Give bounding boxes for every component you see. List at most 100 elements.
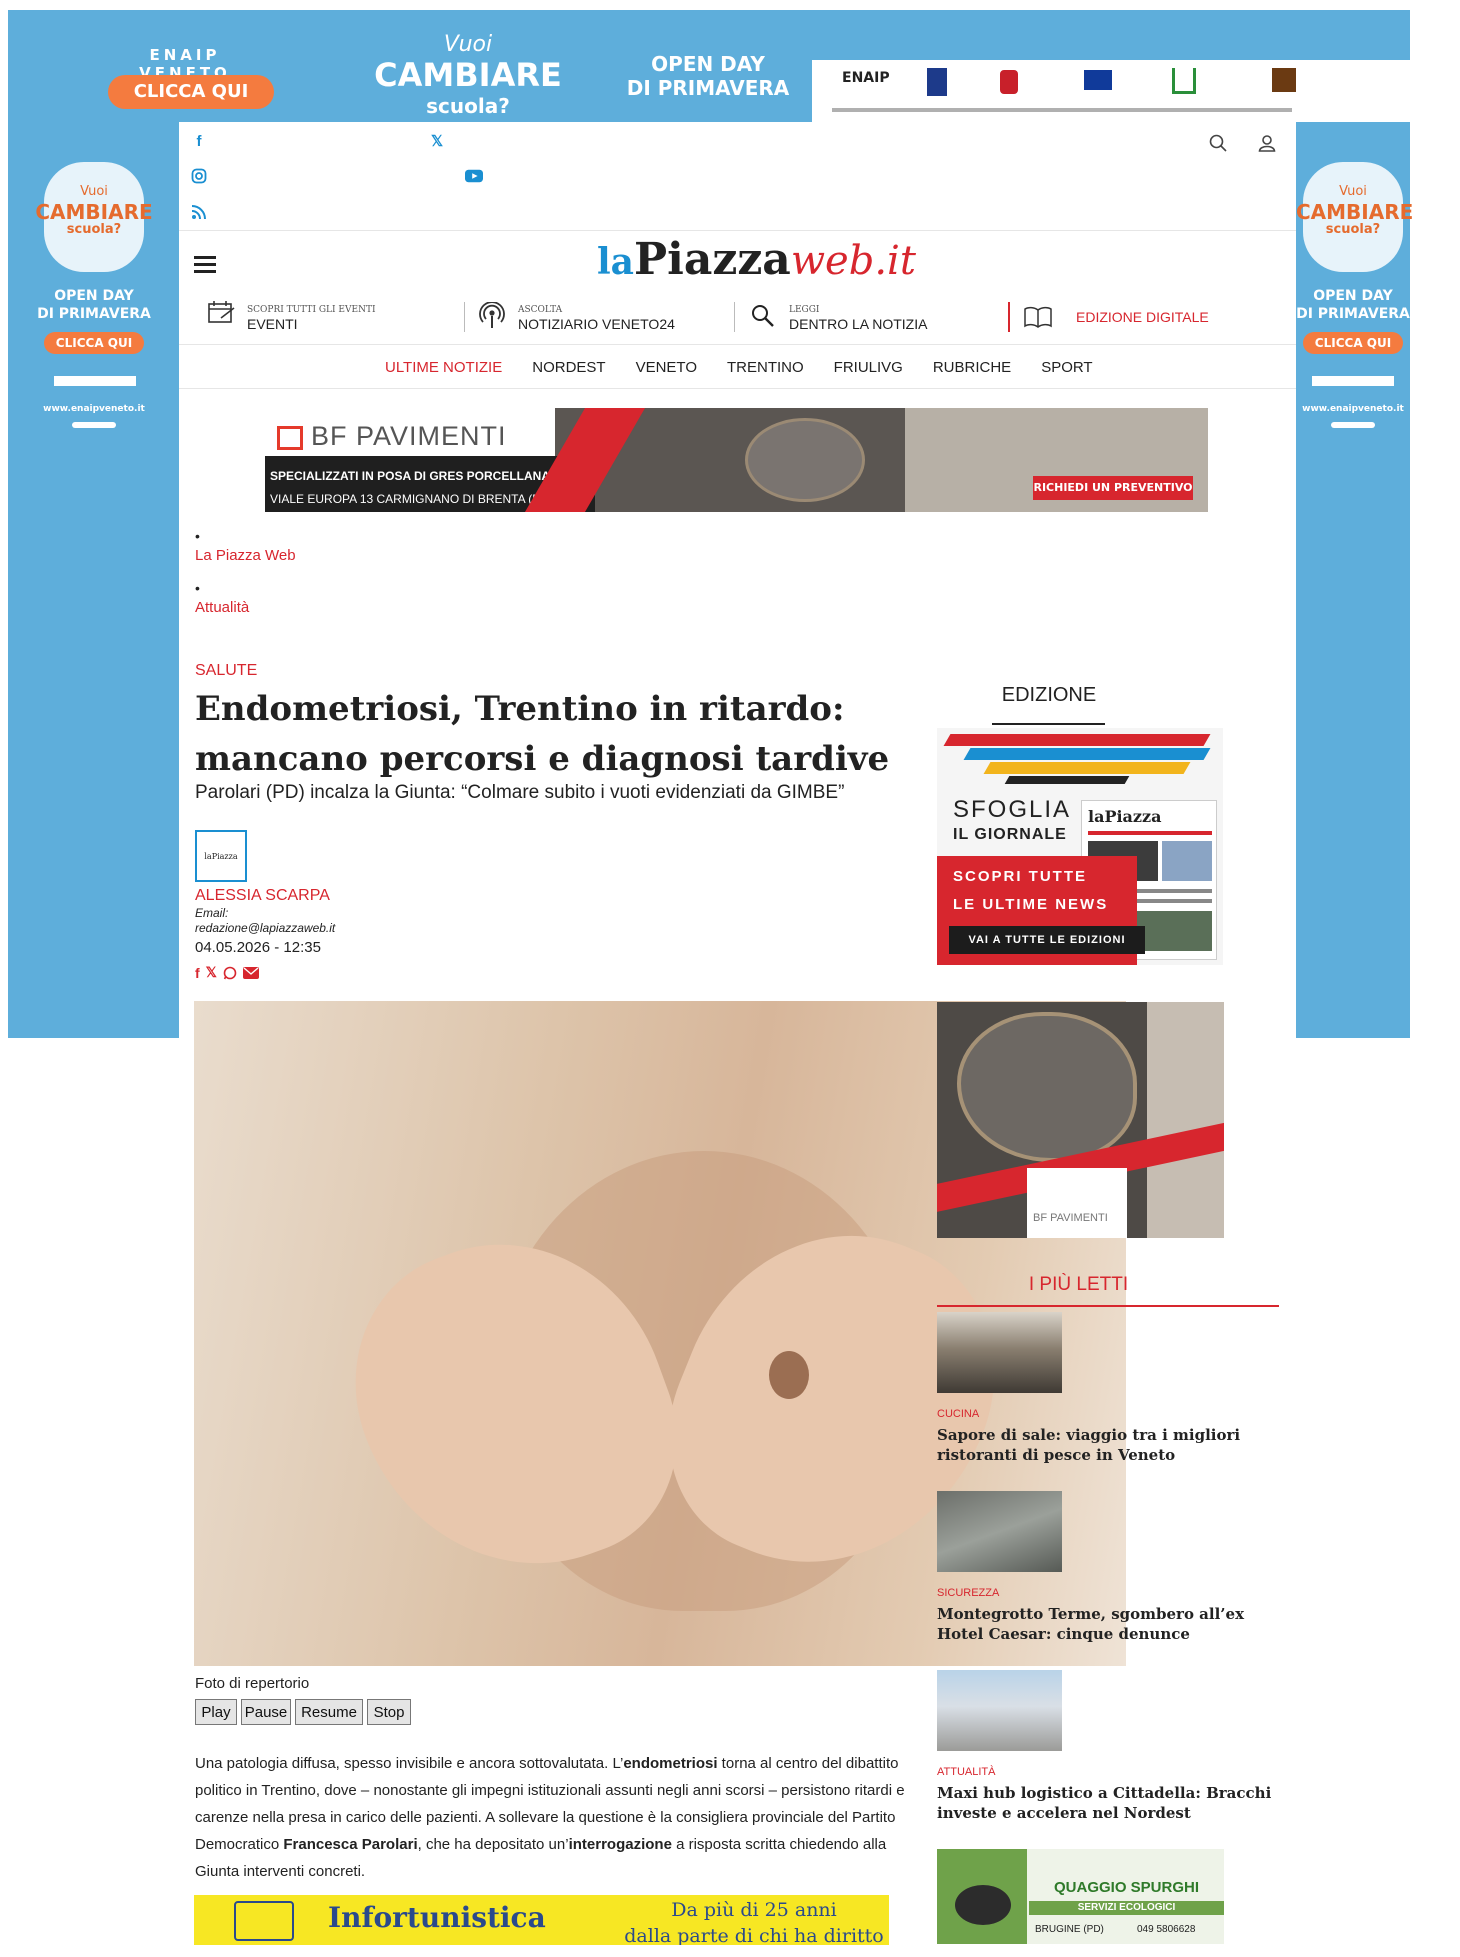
article-date: 04.05.2026 - 12:35 [195,939,321,956]
share-bar: f 𝕏 [195,964,259,981]
sfoglia-text: SFOGLIA [953,796,1072,823]
main-page: f 𝕏 laPiazzaweb.it SCOPRI TUTTI GLI EVEN… [179,122,1296,1957]
body-bold: interrogazione [568,1836,672,1853]
sfoglia-sub: IL GIORNALE [953,826,1067,843]
author-email[interactable]: redazione@lapiazzaweb.it [195,921,335,935]
ad-wall [1147,1002,1224,1238]
bf-pavimenti-banner[interactable]: BF PAVIMENTI SPECIALIZZATI IN POSA DI GR… [265,408,1208,512]
share-x-icon[interactable]: 𝕏 [206,964,217,981]
logo-la: la [597,241,635,283]
podcast-icon[interactable] [479,301,505,328]
edition-promo[interactable]: SFOGLIA IL GIORNALE laPiazza SCOPRI TUTT… [937,728,1223,965]
search-icon[interactable] [1209,134,1227,152]
events-link[interactable]: EVENTI [247,316,298,332]
all-editions-button[interactable]: VAI A TUTTE LE EDIZIONI [949,926,1145,954]
skin-tagline-3: scuola? [426,94,510,118]
skin-top-banner[interactable]: ENAIP VENETO CLICCA QUI Vuoi CAMBIARE sc… [8,10,1410,122]
divider [179,230,1296,231]
utility-small-label: ASCOLTA [518,305,563,315]
most-read-title[interactable]: Sapore di sale: viaggio tra i migliori r… [937,1425,1277,1465]
search-icon[interactable] [751,304,775,328]
side-tagline-2: CAMBIARE [35,200,153,224]
ad-logo-icon [234,1901,294,1941]
nav-item-sport[interactable]: SPORT [1041,359,1092,376]
promo-stripe [983,762,1191,774]
stop-button[interactable]: Stop [367,1699,411,1725]
author-name[interactable]: ALESSIA SCARPA [195,887,330,905]
banner-cta-button[interactable]: RICHIEDI UN PREVENTIVO [1033,476,1193,500]
side-logo-strip [1312,376,1394,386]
infortunistica-ad[interactable]: Infortunistica Da più di 25 anni dalla p… [194,1895,889,1945]
nav-item-friulivg[interactable]: FRIULIVG [834,359,903,376]
instagram-icon[interactable] [190,167,208,185]
banner-brand: BF PAVIMENTI [311,421,507,451]
hamburger-menu-icon[interactable] [194,256,216,274]
main-nav: ULTIME NOTIZIE NORDEST VENETO TRENTINO F… [385,359,1093,376]
play-button[interactable]: Play [195,1699,237,1725]
ad-brand: BF PAVIMENTI [1033,1212,1108,1224]
author-avatar[interactable]: laPiazza [195,830,247,882]
nav-item-ultime-notizie[interactable]: ULTIME NOTIZIE [385,359,502,376]
avatar-logo-text: laPiazza [204,851,238,861]
side-tagline-2: CAMBIARE [1296,200,1414,224]
side-tagline-1: Vuoi [1339,184,1367,199]
side-cta-button[interactable]: CLICCA QUI [1303,332,1403,354]
side-cta-button[interactable]: CLICCA QUI [44,332,144,354]
article-title-line: Endometriosi, Trentino in ritardo: [195,689,845,729]
x-twitter-icon[interactable]: 𝕏 [428,132,446,150]
divider [464,302,465,332]
pause-button[interactable]: Pause [241,1699,291,1725]
share-facebook-icon[interactable]: f [195,965,200,981]
most-read-category[interactable]: ATTUALITÀ [937,1766,995,1778]
book-icon[interactable] [1024,306,1052,328]
rss-icon[interactable] [190,203,208,221]
most-read-category[interactable]: SICUREZZA [937,1587,999,1599]
youtube-icon[interactable] [465,167,483,185]
breadcrumb-category[interactable]: Attualità [195,599,249,616]
skin-left-panel[interactable]: Vuoi CAMBIARE scuola? OPEN DAY DI PRIMAV… [8,122,179,1038]
legal-text-line [832,108,1292,112]
sidebar-bf-ad[interactable]: BF PAVIMENTI [937,1002,1224,1238]
facebook-icon[interactable]: f [190,132,208,150]
nav-item-veneto[interactable]: VENETO [636,359,697,376]
site-logo[interactable]: laPiazzaweb.it [597,234,916,294]
user-icon[interactable] [1258,134,1276,152]
side-logo-strip [54,376,136,386]
podcast-link[interactable]: NOTIZIARIO VENETO24 [518,316,675,332]
skin-openday-1: OPEN DAY [651,52,765,76]
nav-item-nordest[interactable]: NORDEST [532,359,605,376]
side-social-dots [1331,422,1375,428]
most-read-thumbnail[interactable] [937,1670,1062,1751]
digital-edition-link[interactable]: EDIZIONE DIGITALE [1076,309,1209,325]
bullet: • [195,580,200,596]
skin-cta-button[interactable]: CLICCA QUI [108,75,274,109]
eu-flag-icon [1084,70,1112,90]
calendar-icon[interactable] [207,300,235,326]
ad-tagline-2: dalla parte di chi ha diritto [624,1925,884,1945]
divider [179,388,1296,389]
partner-logo-icon [1000,70,1018,94]
inside-news-link[interactable]: DENTRO LA NOTIZIA [789,316,927,332]
heading-underline [937,1305,1279,1307]
most-read-thumbnail[interactable] [937,1491,1062,1572]
quaggio-spurghi-ad[interactable]: QUAGGIO SPURGHI SERVIZI ECOLOGICI BRUGIN… [937,1849,1224,1944]
share-email-icon[interactable] [242,966,259,979]
most-read-category[interactable]: CUCINA [937,1408,979,1420]
breadcrumb-home[interactable]: La Piazza Web [195,547,296,564]
resume-button[interactable]: Resume [295,1699,363,1725]
heading-underline [992,723,1105,725]
ad-mirror [957,1012,1137,1162]
article-category[interactable]: SALUTE [195,662,257,680]
most-read-title[interactable]: Montegrotto Terme, sgombero all’ex Hotel… [937,1604,1277,1644]
nav-item-trentino[interactable]: TRENTINO [727,359,804,376]
most-read-title[interactable]: Maxi hub logistico a Cittadella: Bracchi… [937,1783,1277,1823]
bullet: • [195,528,200,544]
banner-line1: SPECIALIZZATI IN POSA DI GRES PORCELLANA… [270,469,566,483]
share-whatsapp-icon[interactable] [223,966,237,980]
body-text: , che ha depositato un’ [417,1836,569,1853]
edition-heading: EDIZIONE [1001,684,1097,706]
nav-item-rubriche[interactable]: RUBRICHE [933,359,1011,376]
utility-small-label: LEGGI [789,305,820,315]
skin-right-panel[interactable]: Vuoi CAMBIARE scuola? OPEN DAY DI PRIMAV… [1296,122,1414,1038]
most-read-thumbnail[interactable] [937,1312,1062,1393]
